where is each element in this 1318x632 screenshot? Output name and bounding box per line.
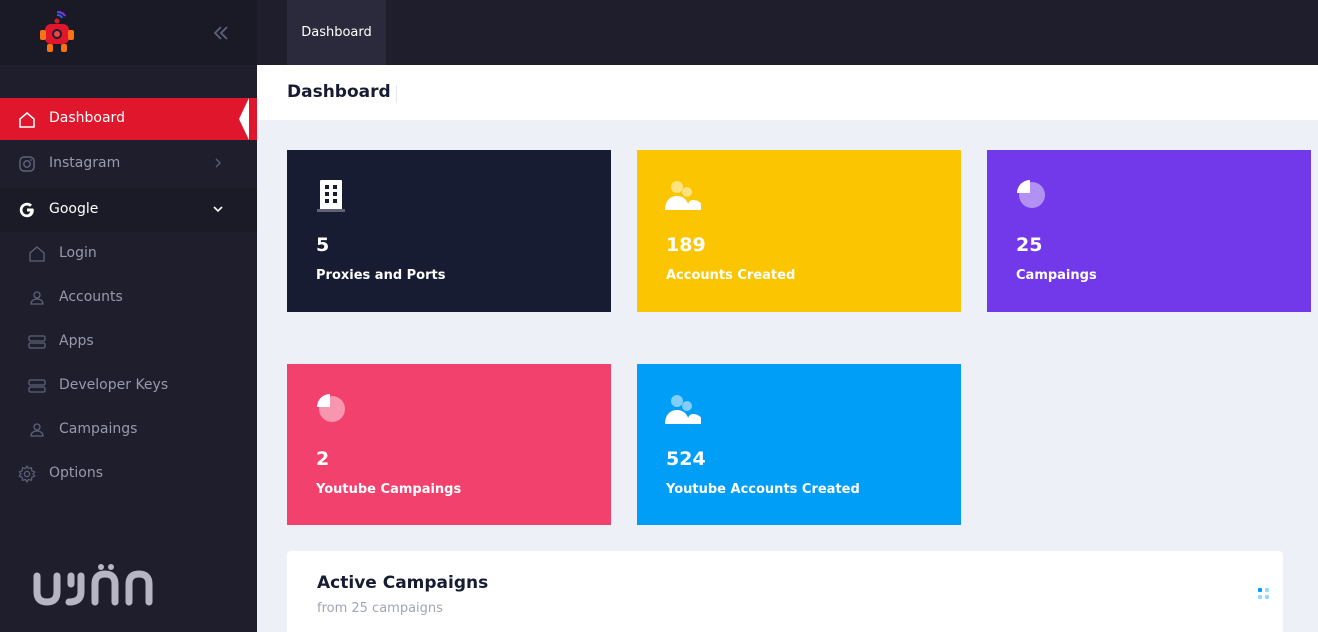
tab-dashboard[interactable]: Dashboard	[287, 0, 386, 65]
user-icon	[30, 291, 44, 305]
stat-label: Proxies and Ports	[316, 268, 446, 283]
page-title: Dashboard	[287, 82, 391, 102]
stat-value: 2	[316, 448, 330, 470]
pie-chart-icon	[317, 394, 345, 422]
panel-subtitle: from 25 campaigns	[317, 601, 443, 616]
sidebar-item-label: Accounts	[59, 289, 123, 305]
stat-card-proxies[interactable]: 5 Proxies and Ports	[287, 150, 611, 312]
sidebar-item-apps[interactable]: Apps	[0, 320, 257, 364]
sidebar-item-dashboard[interactable]: Dashboard	[0, 98, 257, 140]
panel-title: Active Campaigns	[317, 573, 489, 593]
users-icon	[665, 395, 701, 424]
stat-card-campaings[interactable]: 25 Campaings	[987, 150, 1311, 312]
sidebar: Dashboard Instagram Google Login Account…	[0, 0, 257, 632]
sidebar-item-label: Apps	[59, 333, 94, 349]
active-indicator	[239, 98, 249, 140]
stat-label: Campaings	[1016, 268, 1097, 283]
stat-label: Accounts Created	[666, 268, 796, 283]
sidebar-item-label: Google	[49, 201, 99, 217]
stat-card-youtube-accounts-created[interactable]: 524 Youtube Accounts Created	[637, 364, 961, 525]
server-icon	[28, 335, 46, 349]
grid-menu-icon[interactable]	[1257, 587, 1271, 601]
users-icon	[665, 181, 701, 210]
sidebar-item-instagram[interactable]: Instagram	[0, 142, 257, 186]
server-icon	[28, 379, 46, 393]
pie-chart-icon	[1017, 180, 1045, 208]
sidebar-item-campaings[interactable]: Campaings	[0, 408, 257, 452]
user-icon	[30, 423, 44, 437]
google-icon	[19, 202, 34, 218]
sidebar-header	[0, 0, 257, 65]
subheader: Dashboard	[257, 65, 1318, 120]
stat-value: 189	[666, 234, 706, 256]
sidebar-item-label: Instagram	[49, 155, 121, 171]
sidebar-item-developer-keys[interactable]: Developer Keys	[0, 364, 257, 408]
stat-label: Youtube Campaings	[316, 482, 462, 497]
sidebar-item-label: Options	[49, 465, 104, 481]
sidebar-item-options[interactable]: Options	[0, 452, 257, 496]
robot-logo-icon[interactable]	[33, 10, 81, 56]
sidebar-item-label: Dashboard	[49, 110, 125, 126]
stat-card-accounts-created[interactable]: 189 Accounts Created	[637, 150, 961, 312]
stat-value: 524	[666, 448, 706, 470]
chevron-down-icon	[213, 206, 223, 213]
chevron-right-icon	[215, 158, 221, 168]
gear-icon	[18, 464, 36, 484]
instagram-icon	[19, 156, 35, 172]
topbar: Dashboard	[257, 0, 1318, 65]
sidebar-item-label: Developer Keys	[59, 377, 169, 393]
sidebar-item-label: Login	[59, 245, 97, 261]
sidebar-item-google[interactable]: Google	[0, 188, 257, 232]
home-icon	[19, 112, 35, 128]
sidebar-item-login[interactable]: Login	[0, 232, 257, 276]
active-campaigns-panel: Active Campaigns from 25 campaigns	[287, 551, 1283, 632]
sidebar-nav: Dashboard Instagram Google Login Account…	[0, 98, 257, 496]
building-icon	[317, 180, 345, 212]
stat-value: 25	[1016, 234, 1043, 256]
double-chevron-left-icon[interactable]	[211, 23, 231, 43]
stat-value: 5	[316, 234, 330, 256]
brand-logo-icon	[33, 564, 153, 606]
title-divider	[396, 85, 397, 103]
home-icon	[29, 246, 45, 262]
stat-card-youtube-campaings[interactable]: 2 Youtube Campaings	[287, 364, 611, 525]
sidebar-item-accounts[interactable]: Accounts	[0, 276, 257, 320]
stat-label: Youtube Accounts Created	[666, 482, 860, 497]
sidebar-item-label: Campaings	[59, 421, 138, 437]
